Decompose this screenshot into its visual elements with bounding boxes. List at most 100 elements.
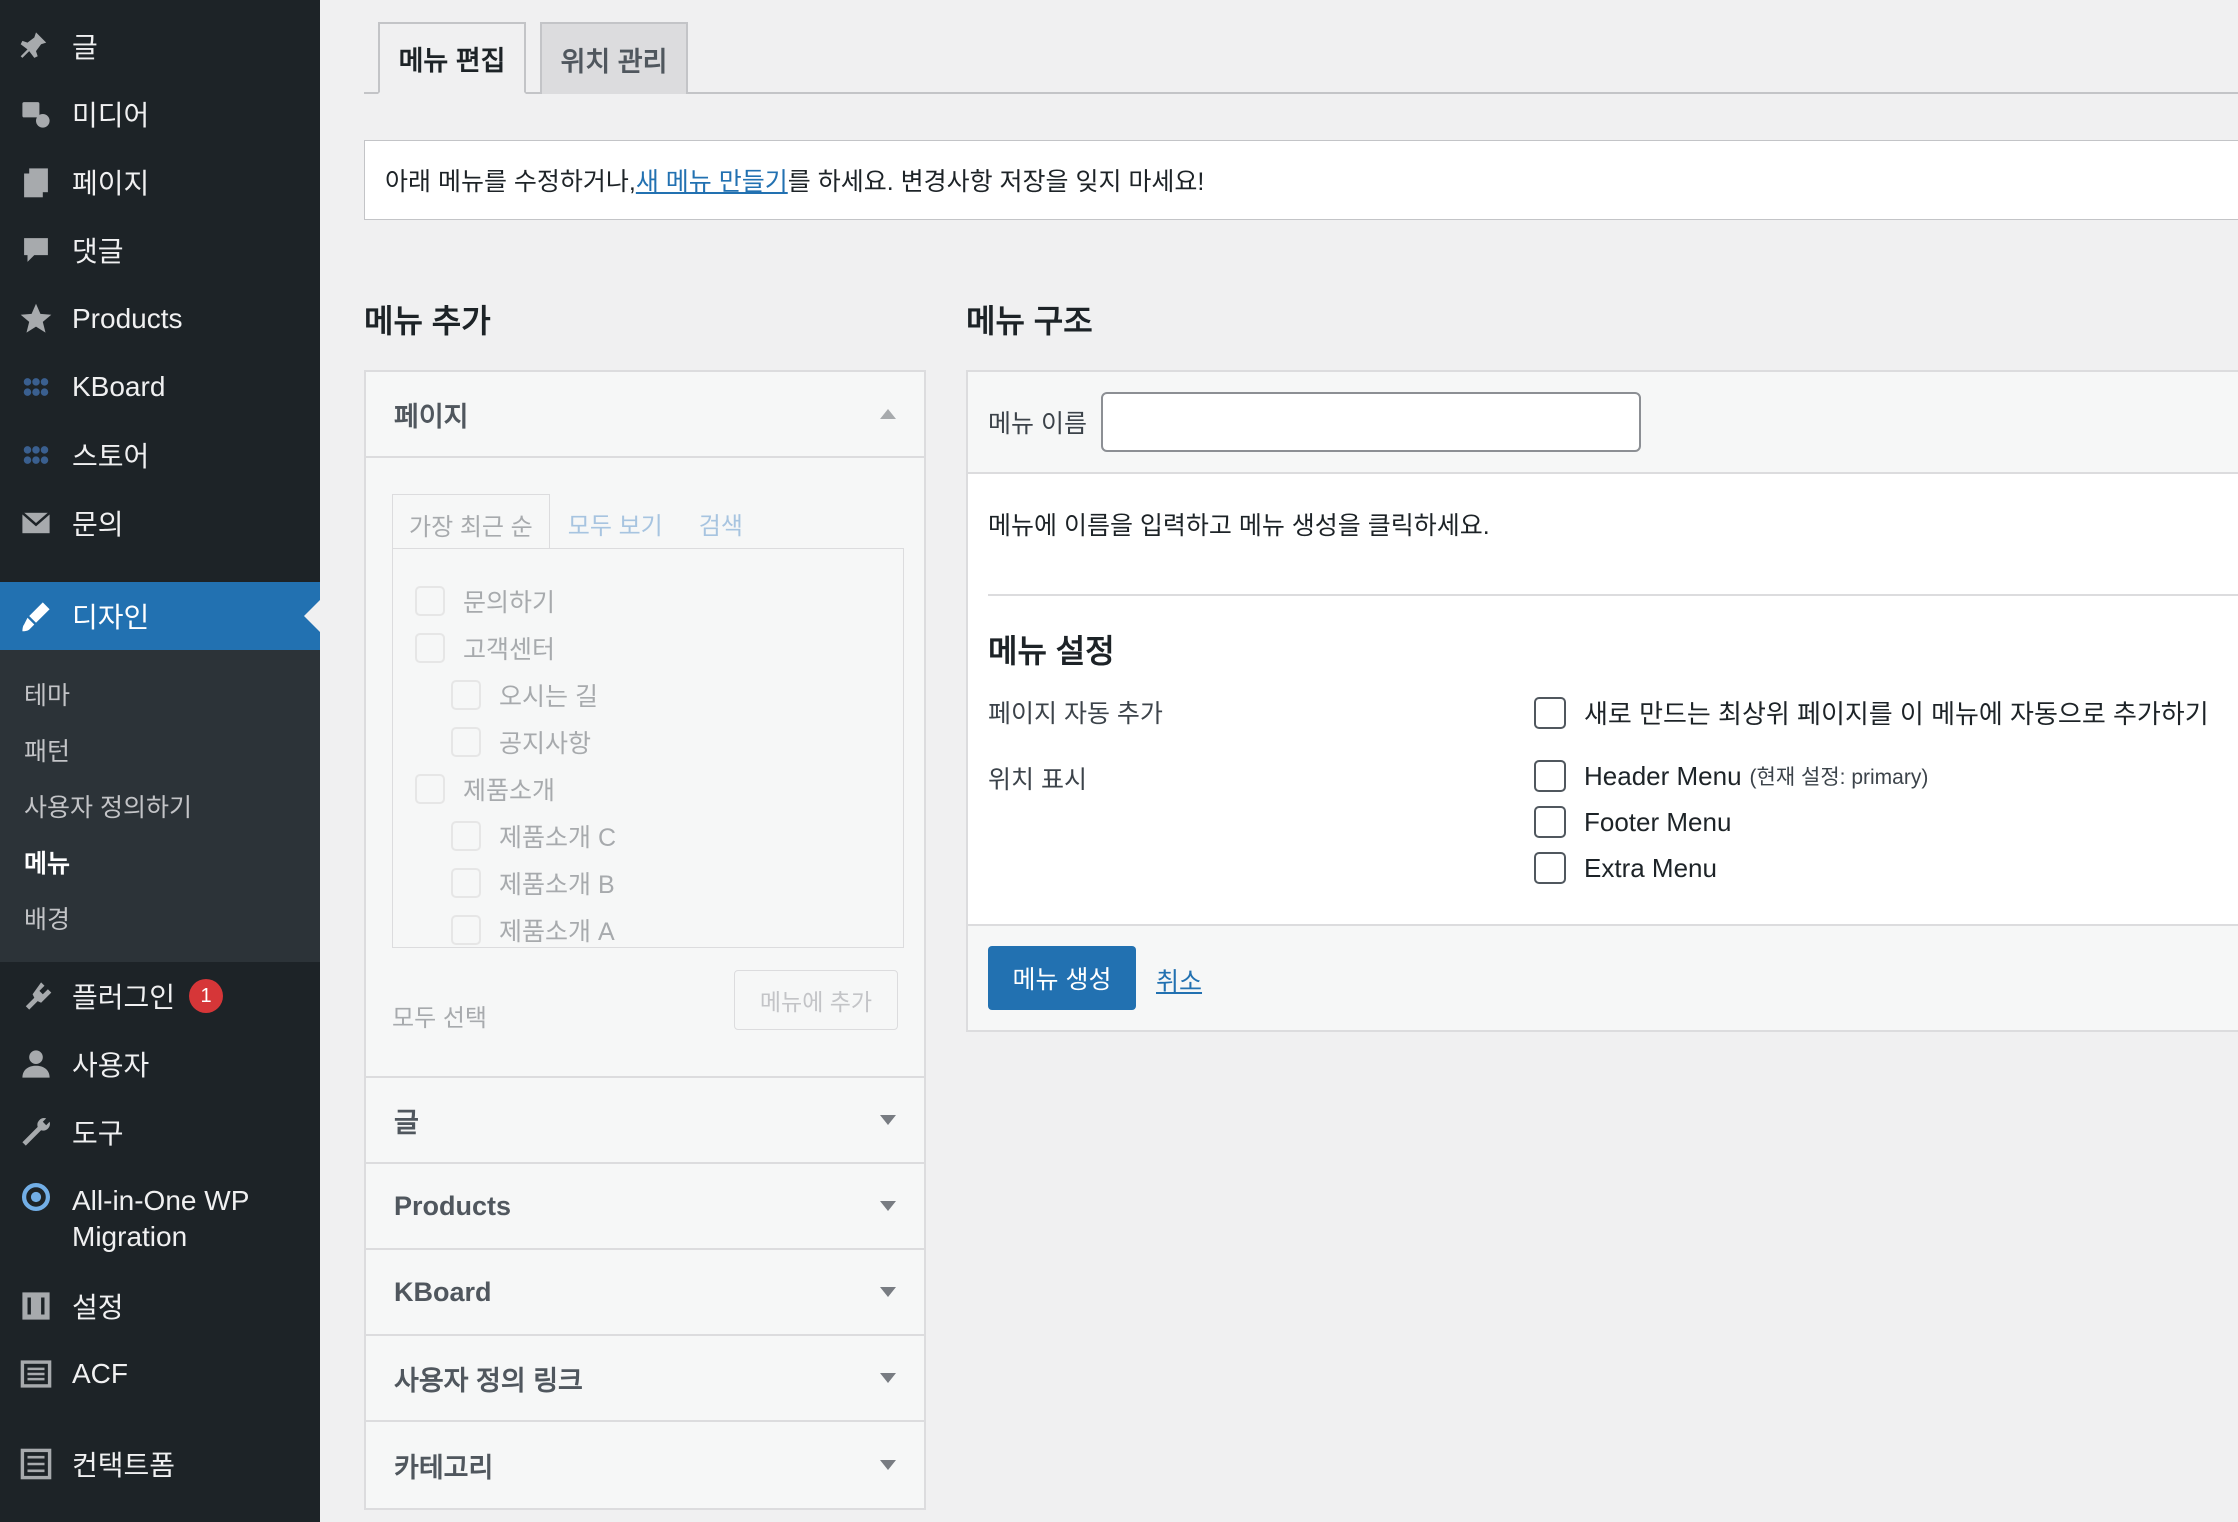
nav-acf[interactable]: ACF xyxy=(0,1340,320,1408)
menu-footer-bar: 메뉴 생성 취소 xyxy=(968,924,2238,1030)
accordion-section-label: 카테고리 xyxy=(394,1452,494,1483)
nav-contact-form[interactable]: 컨택트폼 xyxy=(0,1430,320,1498)
main-content: 메뉴 편집 위치 관리 아래 메뉴를 수정하거나, 새 메뉴 만들기 를 하세요.… xyxy=(320,0,2238,1522)
page-checkbox[interactable] xyxy=(451,727,481,757)
nav-users[interactable]: 사용자 xyxy=(0,1030,320,1098)
submenu-background[interactable]: 배경 xyxy=(24,900,70,936)
user-icon xyxy=(0,1047,72,1081)
nav-label-line2: Migration xyxy=(72,1221,188,1252)
page-label: 고객센터 xyxy=(463,636,556,664)
submenu-themes[interactable]: 테마 xyxy=(24,676,70,712)
location-checkbox[interactable] xyxy=(1534,806,1566,838)
page-label: 제품소개 xyxy=(463,777,556,805)
location-checkbox[interactable] xyxy=(1534,852,1566,884)
create-new-menu-link[interactable]: 새 메뉴 만들기 xyxy=(636,162,788,198)
location-note: (현재 설정: primary) xyxy=(1749,766,1929,789)
location-header-menu[interactable]: Header Menu (현재 설정: primary) xyxy=(1534,760,1928,792)
submenu-customize[interactable]: 사용자 정의하기 xyxy=(24,788,192,824)
star-icon xyxy=(0,302,72,336)
location-name: Header Menu xyxy=(1584,760,1742,791)
accordion-kboard-header[interactable]: KBoard xyxy=(366,1250,924,1336)
pages-icon xyxy=(0,165,72,199)
page-checkbox[interactable] xyxy=(415,633,445,663)
nav-tools[interactable]: 도구 xyxy=(0,1098,320,1166)
nav-store[interactable]: 스토어 xyxy=(0,421,320,489)
tab-most-recent[interactable]: 가장 최근 순 xyxy=(392,494,550,554)
list-item[interactable]: 제품소개 B xyxy=(451,865,615,901)
nav-plugins[interactable]: 플러그인 1 xyxy=(0,962,320,1030)
cancel-link[interactable]: 취소 xyxy=(1156,962,1202,998)
menu-settings-title: 메뉴 설정 xyxy=(988,633,1115,669)
accordion-custom-links-header[interactable]: 사용자 정의 링크 xyxy=(366,1336,924,1422)
divider xyxy=(988,594,2238,596)
nav-kboard[interactable]: KBoard xyxy=(0,353,320,421)
page-checkbox[interactable] xyxy=(451,821,481,851)
list-item[interactable]: 제품소개 xyxy=(415,771,555,807)
appearance-submenu: 테마 패턴 사용자 정의하기 메뉴 배경 xyxy=(0,650,320,962)
chevron-down-icon xyxy=(880,1115,896,1125)
page-checkbox[interactable] xyxy=(451,868,481,898)
create-menu-button[interactable]: 메뉴 생성 xyxy=(988,946,1136,1010)
add-to-menu-button[interactable]: 메뉴에 추가 xyxy=(734,970,898,1030)
menu-name-label: 메뉴 이름 xyxy=(988,410,1087,438)
nav-appearance[interactable]: 디자인 xyxy=(0,582,320,650)
page-checkbox[interactable] xyxy=(415,586,445,616)
accordion-categories-header[interactable]: 카테고리 xyxy=(366,1422,924,1508)
select-all-link[interactable]: 모두 선택 xyxy=(392,998,487,1033)
auto-add-pages-option[interactable]: 새로 만드는 최상위 페이지를 이 메뉴에 자동으로 추가하기 xyxy=(1534,694,2209,731)
page-checkbox[interactable] xyxy=(451,680,481,710)
tab-view-all[interactable]: 모두 보기 xyxy=(550,494,681,554)
chevron-down-icon xyxy=(880,1201,896,1211)
chevron-down-icon xyxy=(880,1373,896,1383)
accordion-section-label: 페이지 xyxy=(394,401,469,432)
dots-icon xyxy=(0,438,72,472)
mail-icon xyxy=(0,506,72,540)
accordion-posts-header[interactable]: 글 xyxy=(366,1078,924,1164)
page-label: 제품소개 C xyxy=(499,824,617,852)
notice-box: 아래 메뉴를 수정하거나, 새 메뉴 만들기 를 하세요. 변경사항 저장을 잊지… xyxy=(364,140,2238,220)
list-item[interactable]: 문의하기 xyxy=(415,583,555,619)
tab-search[interactable]: 검색 xyxy=(681,494,761,554)
migration-icon xyxy=(0,1166,72,1214)
notice-text-after: 를 하세요. 변경사항 저장을 잊지 마세요! xyxy=(787,168,1205,196)
accordion-section-label: KBoard xyxy=(394,1276,492,1307)
auto-add-checkbox[interactable] xyxy=(1534,696,1566,729)
nav-contact[interactable]: 문의 xyxy=(0,489,320,557)
submenu-menus[interactable]: 메뉴 xyxy=(24,844,70,880)
accordion-pages-header[interactable]: 페이지 xyxy=(366,372,924,458)
nav-settings[interactable]: 설정 xyxy=(0,1272,320,1340)
nav-pages[interactable]: 페이지 xyxy=(0,148,320,216)
location-extra-menu[interactable]: Extra Menu xyxy=(1534,852,1717,884)
location-footer-menu[interactable]: Footer Menu xyxy=(1534,806,1731,838)
nav-label-line1: All-in-One WP xyxy=(72,1185,250,1216)
admin-sidebar: 글 미디어 페이지 댓글 Products KBoard 스토어 문의 디자인 … xyxy=(0,0,320,1522)
submenu-patterns[interactable]: 패턴 xyxy=(24,732,70,768)
page-label: 오시는 길 xyxy=(499,683,598,711)
menu-name-input[interactable] xyxy=(1100,392,1641,452)
accordion-products-header[interactable]: Products xyxy=(366,1164,924,1250)
nav-all-in-one-migration[interactable]: All-in-One WP Migration xyxy=(0,1166,320,1272)
page-checkbox[interactable] xyxy=(451,915,481,945)
accordion-section-label: Products xyxy=(394,1190,512,1221)
form-icon xyxy=(0,1447,72,1481)
current-menu-arrow xyxy=(304,600,320,632)
nav-products[interactable]: Products xyxy=(0,285,320,353)
plugin-icon xyxy=(0,979,72,1013)
list-item[interactable]: 제품소개 C xyxy=(451,818,616,854)
tab-edit-menus[interactable]: 메뉴 편집 xyxy=(378,22,526,94)
nav-posts[interactable]: 글 xyxy=(0,12,320,80)
location-checkbox[interactable] xyxy=(1534,760,1566,792)
settings-icon xyxy=(0,1289,72,1323)
nav-media[interactable]: 미디어 xyxy=(0,80,320,148)
list-item[interactable]: 고객센터 xyxy=(415,630,555,666)
auto-add-pages-label: 페이지 자동 추가 xyxy=(988,700,1163,728)
dots-icon xyxy=(0,370,72,404)
add-menu-accordion: 페이지 가장 최근 순 모두 보기 검색 문의하기 고객센터 오시는 길 공지사… xyxy=(364,370,926,1510)
list-item[interactable]: 공지사항 xyxy=(451,724,591,760)
nav-comments[interactable]: 댓글 xyxy=(0,216,320,284)
page-checkbox[interactable] xyxy=(415,774,445,804)
list-item[interactable]: 오시는 길 xyxy=(451,677,598,713)
menu-name-row: 메뉴 이름 xyxy=(968,372,2238,474)
list-item[interactable]: 제품소개 A xyxy=(451,912,615,947)
tab-manage-locations[interactable]: 위치 관리 xyxy=(540,22,688,94)
